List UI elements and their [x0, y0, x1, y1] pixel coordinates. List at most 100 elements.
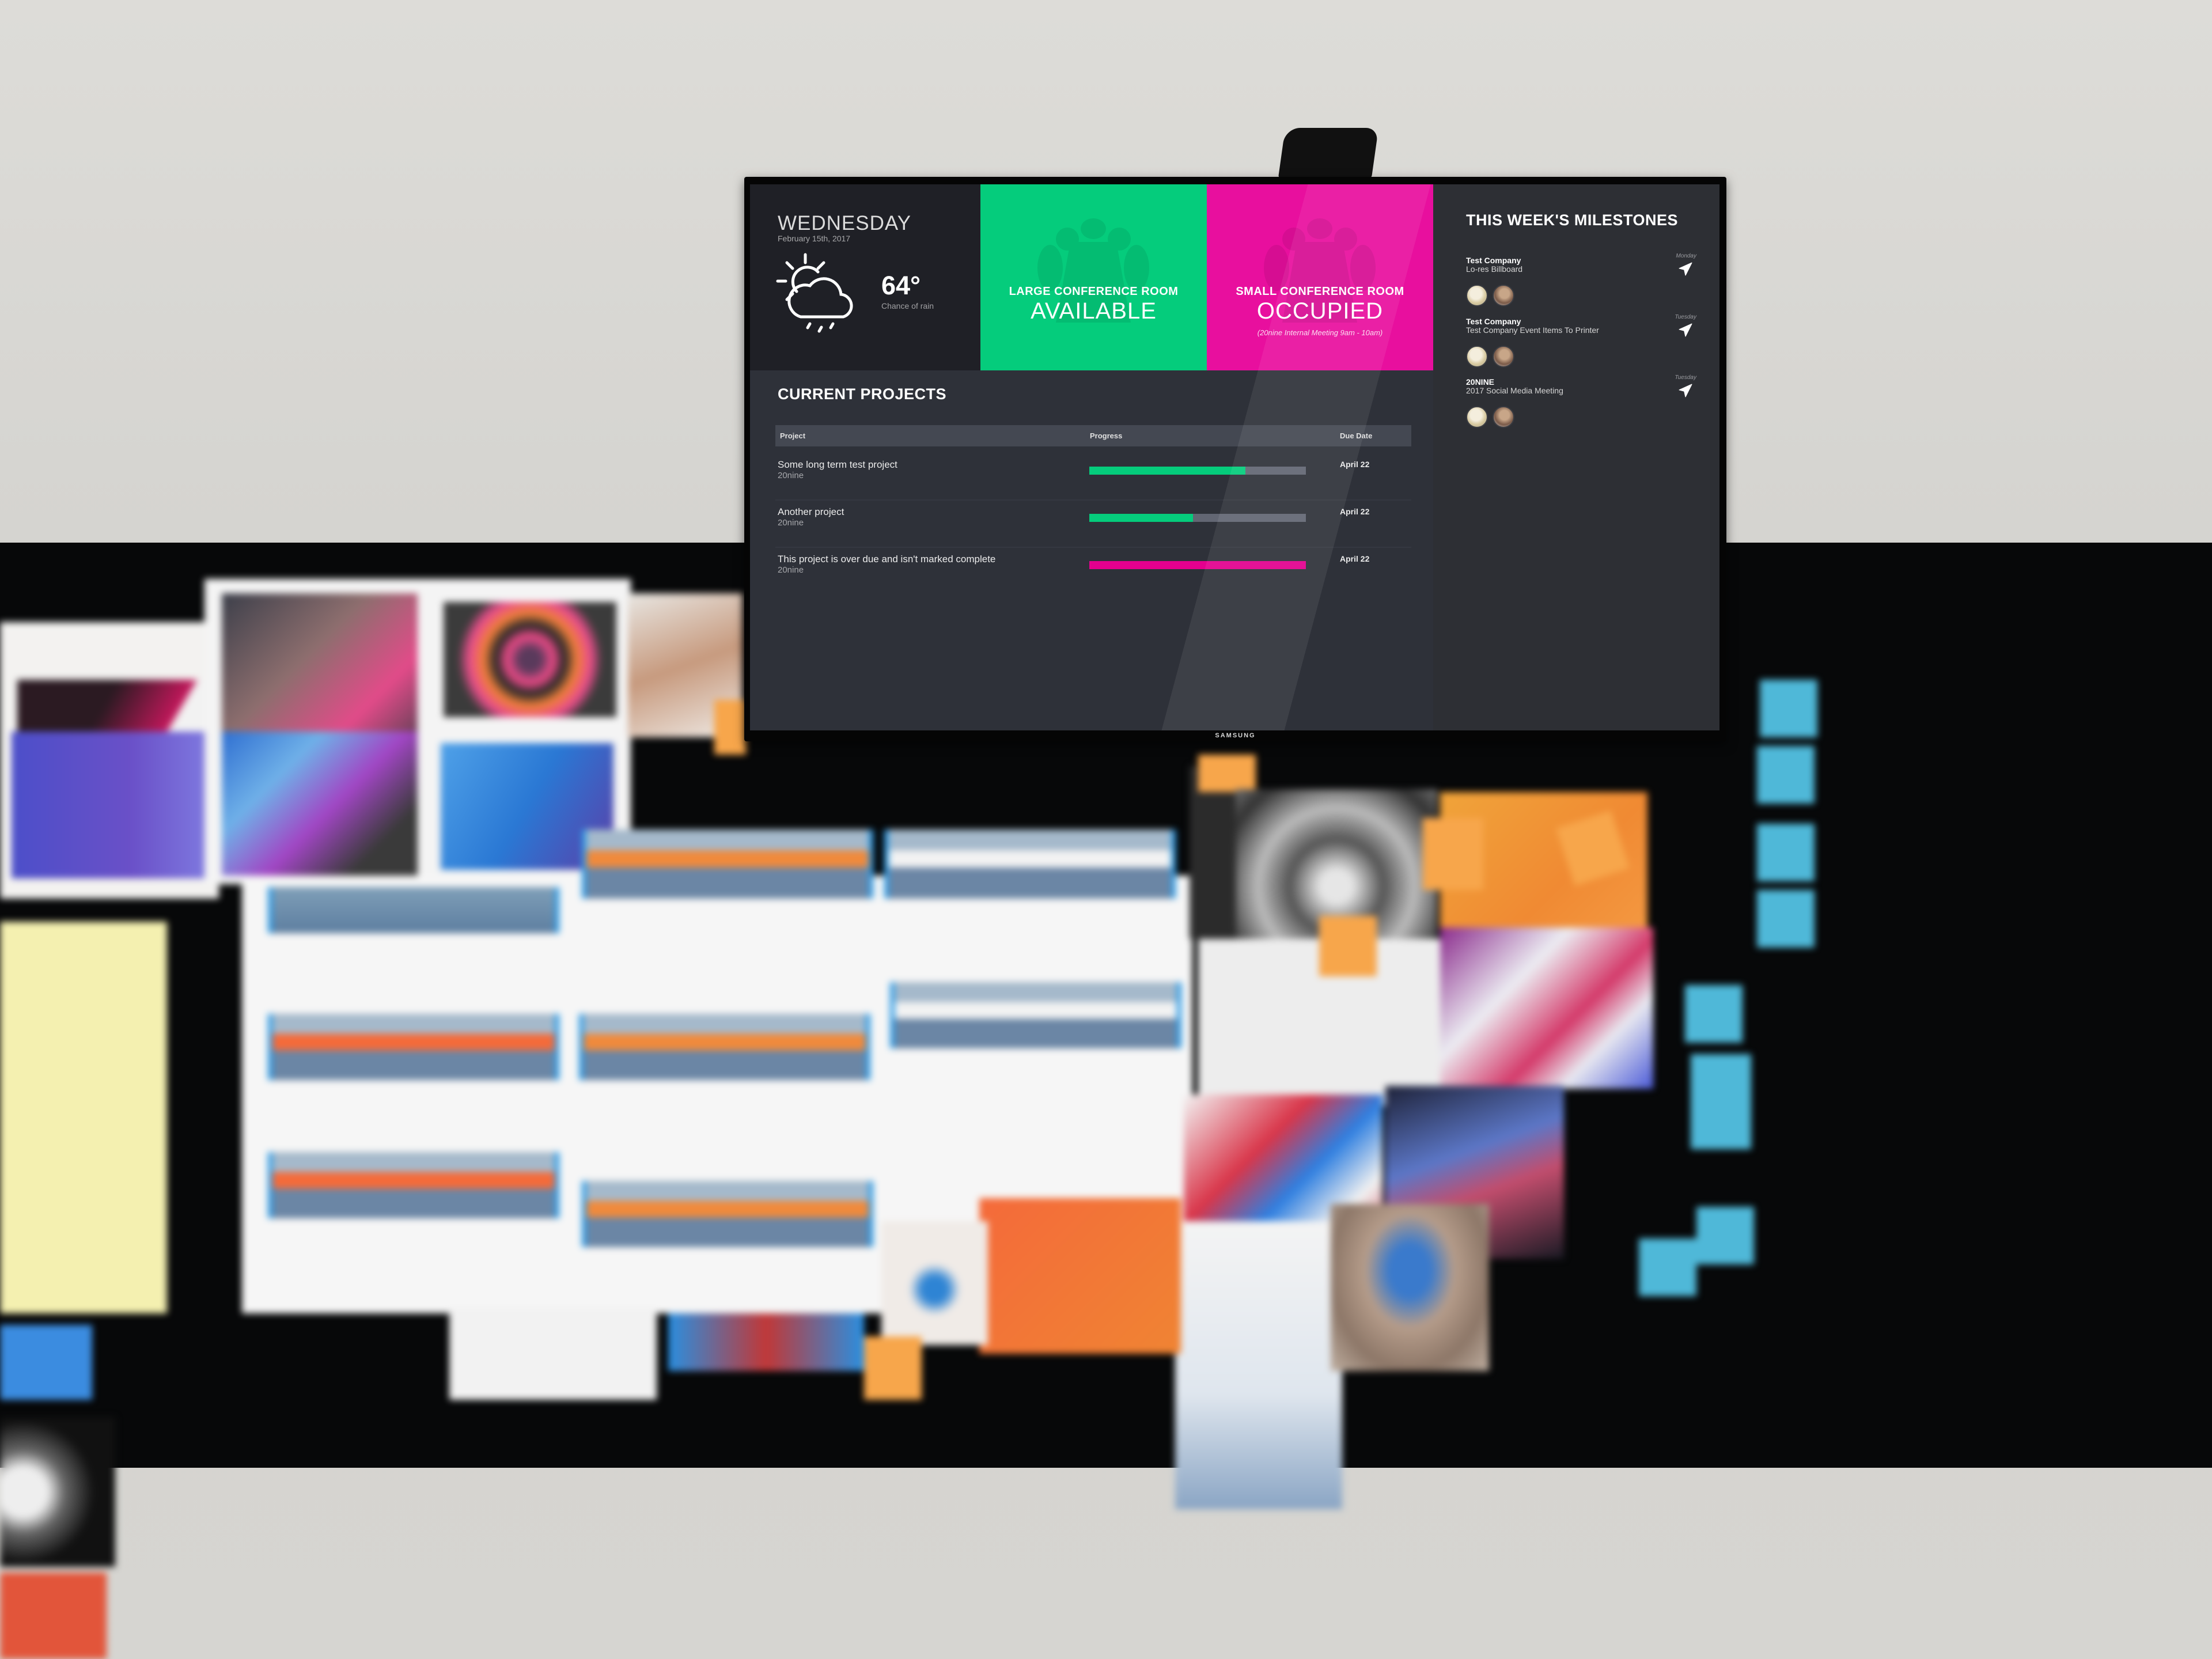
photo [0, 1325, 92, 1400]
milestone-day: Monday [1676, 253, 1696, 259]
sticky-note [1685, 985, 1743, 1043]
television: WEDNESDAY February 15th, 2017 64° Chance… [744, 177, 1726, 741]
due-date: April 22 [1340, 460, 1370, 469]
poster [1440, 927, 1653, 1089]
billboard-mockup [579, 1014, 870, 1080]
billboard-mockup [268, 887, 559, 933]
avatar [1493, 406, 1514, 428]
table-row: This project is over due and isn't marke… [775, 547, 1411, 594]
billboard-mockup [890, 982, 1181, 1048]
avatar [1493, 346, 1514, 368]
progress-bar [1089, 467, 1306, 475]
photo [1190, 766, 1236, 939]
milestone-task: Test Company Event Items To Printer [1466, 325, 1599, 335]
date: February 15th, 2017 [778, 234, 851, 243]
temperature: 64° [881, 271, 921, 300]
photo [0, 1417, 115, 1567]
milestone-company: 20NINE [1466, 377, 1495, 387]
sticky-note [1319, 916, 1377, 976]
milestone-task: Lo-res Billboard [1466, 264, 1523, 274]
sticky-note [1696, 1207, 1754, 1264]
section-title: CURRENT PROJECTS [778, 385, 947, 403]
photo [1175, 1221, 1342, 1509]
sticky-note [714, 700, 746, 755]
project-name: Some long term test project [778, 459, 897, 470]
photo [881, 1221, 988, 1345]
avatar [1466, 406, 1488, 428]
sticky-note [1760, 680, 1817, 737]
poster [979, 1198, 1181, 1354]
due-date: April 22 [1340, 554, 1370, 563]
project-client: 20nine [778, 471, 804, 480]
progress-fill [1089, 514, 1194, 522]
project-name: This project is over due and isn't marke… [778, 554, 996, 565]
table-row: Another project 20nine April 22 [775, 499, 1411, 548]
table-row: Some long term test project 20nine April… [775, 452, 1411, 501]
billboard-mockup [884, 830, 1176, 899]
poster [449, 1308, 657, 1400]
send-icon [1679, 262, 1692, 276]
sticky-note [1757, 824, 1815, 881]
assignee-avatars [1466, 346, 1519, 370]
project-client: 20nine [778, 518, 804, 528]
milestone-company: Test Company [1466, 256, 1521, 265]
weather-condition: Chance of rain [881, 301, 934, 310]
billboard-mockup [582, 1181, 873, 1247]
sticky-note [864, 1336, 922, 1400]
sticky-note [1639, 1238, 1696, 1296]
room-name: LARGE CONFERENCE ROOM [1009, 285, 1179, 298]
partly-cloudy-rain-icon [776, 253, 853, 333]
current-projects-panel: CURRENT PROJECTS Project Progress Due Da… [750, 370, 1433, 730]
poster [0, 1573, 107, 1659]
milestone-item: 20NINE 2017 Social Media Meeting Tuesday [1466, 374, 1696, 435]
progress-bar [1089, 514, 1306, 522]
sticky-note [1198, 755, 1256, 792]
poster [668, 1313, 864, 1371]
room-booking-note: (20nine Internal Meeting 9am - 10am) [1257, 328, 1383, 337]
column-header-progress: Progress [1090, 431, 1123, 440]
progress-bar [1089, 561, 1306, 569]
dashboard-screen: WEDNESDAY February 15th, 2017 64° Chance… [750, 184, 1719, 730]
room-status: OCCUPIED [1256, 298, 1384, 324]
photo [1331, 1204, 1489, 1371]
due-date: April 22 [1340, 507, 1370, 516]
progress-fill [1089, 561, 1306, 569]
milestone-item: Test Company Lo-res Billboard Monday [1466, 253, 1696, 313]
progress-fill [1089, 467, 1245, 475]
column-header-due-date: Due Date [1340, 431, 1373, 440]
tv-brand-logo: SAMSUNG [1215, 732, 1256, 739]
billboard-mockup [268, 1152, 559, 1218]
room-name: SMALL CONFERENCE ROOM [1236, 285, 1404, 298]
milestone-company: Test Company [1466, 317, 1521, 326]
avatar [1466, 346, 1488, 368]
assignee-avatars [1466, 285, 1519, 309]
avatar [1493, 285, 1514, 306]
poster [444, 602, 616, 717]
sticky-note [1691, 1054, 1751, 1149]
room-status: AVAILABLE [1031, 298, 1157, 324]
poster [12, 732, 210, 878]
billboard-mockup [582, 830, 873, 899]
weekday: WEDNESDAY [778, 212, 911, 234]
project-client: 20nine [778, 565, 804, 575]
small-conference-room-status: SMALL CONFERENCE ROOM OCCUPIED (20nine I… [1207, 184, 1433, 370]
milestone-day: Tuesday [1675, 314, 1696, 320]
milestones-panel: THIS WEEK'S MILESTONES Test Company Lo-r… [1433, 184, 1719, 730]
milestone-item: Test Company Test Company Event Items To… [1466, 314, 1696, 374]
photo-grid [222, 732, 418, 876]
column-header-project: Project [780, 431, 806, 440]
large-conference-room-status: LARGE CONFERENCE ROOM AVAILABLE [980, 184, 1207, 370]
table-header: Project Progress Due Date [775, 425, 1411, 446]
avatar [1466, 285, 1488, 306]
project-name: Another project [778, 506, 844, 517]
tv-camera [1278, 128, 1379, 179]
sticky-note-column [0, 922, 167, 1313]
sticky-note [1757, 890, 1815, 948]
sticky-note [1423, 818, 1483, 890]
sticky-note [1757, 746, 1815, 804]
milestone-task: 2017 Social Media Meeting [1466, 386, 1563, 395]
section-title: THIS WEEK'S MILESTONES [1466, 211, 1678, 229]
send-icon [1679, 323, 1692, 337]
billboard-mockup [268, 1014, 559, 1080]
milestone-day: Tuesday [1675, 374, 1696, 381]
